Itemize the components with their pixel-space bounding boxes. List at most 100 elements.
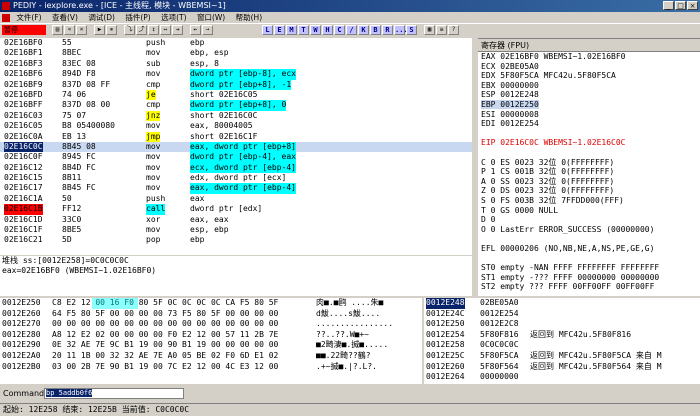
- minimize-button[interactable]: _: [663, 1, 674, 10]
- handles-button[interactable]: H: [322, 25, 333, 35]
- register-ebp[interactable]: EBP 0012E250: [478, 99, 700, 110]
- disasm-row[interactable]: 02E16C1D 33C0 xor eax, eax: [0, 215, 472, 225]
- back-icon[interactable]: ⇤: [190, 25, 201, 35]
- register-ecx[interactable]: ECX 02BE05A0: [478, 62, 700, 72]
- stack-row[interactable]: 0012E250 0012E2C8: [424, 319, 700, 330]
- stack-row-current[interactable]: 0012E248 02BE05A0: [424, 298, 700, 309]
- dump-row[interactable]: 0012E2A0 20 11 1B 00 32 32 AE 7E A0 05 BE…: [0, 351, 422, 362]
- flag-s-fs[interactable]: S 0 FS 003B 32位 7FFDD000(FFF): [478, 196, 700, 206]
- stack-row[interactable]: 0012E260 5F80F564 返回到 MFC42u.5F80F564 来自 M: [424, 362, 700, 373]
- menu-plugins[interactable]: 插件(P): [121, 12, 154, 23]
- dump-row[interactable]: 0012E280 A8 12 E2 02 00 00 00 00 F0 E2 12…: [0, 330, 422, 341]
- dump-row[interactable]: 0012E250 C8 E2 12 00 16 F0 80 5F 0C 0C 0C…: [0, 298, 422, 309]
- maximize-button[interactable]: □: [675, 1, 686, 10]
- disasm-row[interactable]: 02E16BF3 83EC 08 sub esp, 8: [0, 59, 472, 69]
- register-edx[interactable]: EDX 5F80F5CA MFC42u.5F80F5CA: [478, 71, 700, 81]
- disasm-row[interactable]: 02E16C0A EB 13 jmp short 02E16C1F: [0, 131, 472, 142]
- menu-options[interactable]: 选项(T): [157, 12, 190, 23]
- trace-over-icon[interactable]: ↦: [160, 25, 171, 35]
- dump-row[interactable]: 0012E2B0 03 00 2B 7E 90 B1 19 00 7C E2 12…: [0, 362, 422, 373]
- help-icon[interactable]: ?: [448, 25, 459, 35]
- list-icon[interactable]: ≡: [436, 25, 447, 35]
- disasm-row[interactable]: 02E16BFD 74 06 je short 02E16C05: [0, 89, 472, 101]
- register-edi[interactable]: EDI 0012E254: [478, 119, 700, 129]
- disasm-row[interactable]: 02E16BFF 837D 08 00 cmp dword ptr [ebp+8], …: [0, 100, 472, 111]
- execute-till-return-icon[interactable]: ⇥: [172, 25, 183, 35]
- trace-into-icon[interactable]: ↧: [148, 25, 159, 35]
- disasm-row[interactable]: 02E16C05 B8 05400080 mov eax, 80004005: [0, 121, 472, 131]
- disasm-row[interactable]: 02E16C12 8B4D FC mov ecx, dword ptr [ebp-4]: [0, 162, 472, 174]
- disasm-row-breakpoint[interactable]: 02E16C1B FF12 call dword ptr [edx]: [0, 204, 472, 215]
- fpu-st0[interactable]: ST0 empty -NAN FFFF FFFFFFFF FFFFFFFF: [478, 263, 700, 273]
- patches-button[interactable]: /: [346, 25, 357, 35]
- disasm-row[interactable]: 02E16C0F 8945 FC mov dword ptr [ebp-4], eax: [0, 152, 472, 163]
- menu-window[interactable]: 窗口(W): [193, 12, 229, 23]
- register-esi[interactable]: ESI 00000008: [478, 110, 700, 120]
- threads-button[interactable]: T: [298, 25, 309, 35]
- flag-o-lasterr[interactable]: O 0 LastErr ERROR_SUCCESS (00000000): [478, 225, 700, 235]
- disasm-row[interactable]: 02E16C1A 50 push eax: [0, 194, 472, 204]
- step-into-icon[interactable]: ⤵: [124, 25, 135, 35]
- command-input[interactable]: bp 5addb0f6: [44, 388, 184, 399]
- register-ebx[interactable]: EBX 00000000: [478, 81, 700, 91]
- stack-row[interactable]: 0012E24C 0012E254: [424, 309, 700, 320]
- cpu-button[interactable]: C: [334, 25, 345, 35]
- fpu-st2[interactable]: ST2 empty ??? FFFF 00FF00FF 00FF00FF: [478, 282, 700, 292]
- registers-pane[interactable]: 寄存器 (FPU) EAX 02E16BF0 WBEMSI~1.02E16BF0…: [478, 40, 700, 296]
- dump-row[interactable]: 0012E260 64 F5 80 5F 00 00 00 00 73 F5 80…: [0, 309, 422, 320]
- disasm-row[interactable]: 02E16BF9 837D 08 FF cmp dword ptr [ebp+8], …: [0, 79, 472, 90]
- stack-pane[interactable]: 0012E248 02BE05A0 0012E24C 0012E254 0012E2…: [424, 298, 700, 384]
- disasm-row[interactable]: 02E16C15 8B11 mov edx, dword ptr [ecx]: [0, 173, 472, 183]
- stack-row[interactable]: 0012E25C 5F80F5CA 返回到 MFC42u.5F80F5CA 来自 M: [424, 351, 700, 362]
- flag-p-cs[interactable]: P 1 CS 001B 32位 0(FFFFFFFF): [478, 167, 700, 177]
- menu-view[interactable]: 查看(V): [48, 12, 82, 23]
- dump-row[interactable]: 0012E270 00 00 00 00 00 00 00 00 00 00 00…: [0, 319, 422, 330]
- flag-d[interactable]: D 0: [478, 215, 700, 225]
- disasm-row[interactable]: 02E16C1F 8BE5 mov esp, ebp: [0, 225, 472, 235]
- disasm-row[interactable]: 02E16C21 5D pop ebp: [0, 235, 472, 245]
- disasm-row[interactable]: 02E16BF6 894D F8 mov dword ptr [ebp-8], ecx: [0, 69, 472, 80]
- stack-row[interactable]: 0012E264 00000000: [424, 372, 700, 383]
- disassembly-pane[interactable]: 02E16BF0 55 push ebp 02E16BF1 8BEC mov ebp, es…: [0, 38, 472, 255]
- menu-help[interactable]: 帮助(H): [232, 12, 267, 23]
- dump-row[interactable]: 0012E290 0E 32 AE 7E 9C B1 19 00 90 B1 19…: [0, 340, 422, 351]
- flag-c-es[interactable]: C 0 ES 0023 32位 0(FFFFFFFF): [478, 158, 700, 168]
- run-icon[interactable]: ▶: [94, 25, 105, 35]
- register-eip[interactable]: EIP 02E16C0C WBEMSI~1.02E16C0C: [478, 138, 700, 148]
- close-program-icon[interactable]: ×: [76, 25, 87, 35]
- disasm-row-current[interactable]: 02E16C0C 8B45 08 mov eax, dword ptr [ebp+8]: [0, 141, 472, 153]
- source-button[interactable]: S: [406, 25, 417, 35]
- run-trace-button[interactable]: ...: [394, 25, 408, 35]
- menu-file[interactable]: 文件(F): [12, 12, 45, 23]
- stack-row[interactable]: 0012E258 0C0C0C0C: [424, 340, 700, 351]
- goto-icon[interactable]: →: [202, 25, 213, 35]
- disasm-row[interactable]: 02E16BF0 55 push ebp: [0, 38, 472, 48]
- close-button[interactable]: ×: [687, 1, 698, 10]
- call-stack-button[interactable]: K: [358, 25, 369, 35]
- register-esp[interactable]: ESP 0012E248: [478, 90, 700, 100]
- disasm-row[interactable]: 02E16C03 75 07 jnz short 02E16C0C: [0, 110, 472, 122]
- references-button[interactable]: R: [382, 25, 393, 35]
- register-eax[interactable]: EAX 02E16BF0 WBEMSI~1.02E16BF0: [478, 52, 700, 62]
- log-window-button[interactable]: L: [262, 25, 273, 35]
- disasm-row[interactable]: 02E16C17 8B45 FC mov eax, dword ptr [ebp-4]: [0, 183, 472, 194]
- stack-row[interactable]: 0012E254 5F80F816 返回到 MFC42u.5F80F816: [424, 330, 700, 341]
- flag-a-ss[interactable]: A 0 SS 0023 32位 0(FFFFFFFF): [478, 177, 700, 187]
- restart-icon[interactable]: «: [64, 25, 75, 35]
- open-icon[interactable]: ▤: [52, 25, 63, 35]
- options-icon[interactable]: ▦: [424, 25, 435, 35]
- registers-header[interactable]: 寄存器 (FPU): [478, 40, 700, 52]
- breakpoints-button[interactable]: B: [370, 25, 381, 35]
- memory-dump-pane[interactable]: 0012E250 C8 E2 12 00 16 F0 80 5F 0C 0C 0C…: [0, 298, 422, 384]
- memory-button[interactable]: M: [286, 25, 297, 35]
- flag-z-ds[interactable]: Z 0 DS 0023 32位 0(FFFFFFFF): [478, 186, 700, 196]
- register-efl[interactable]: EFL 00000206 (NO,NB,NE,A,NS,PE,GE,G): [478, 244, 700, 254]
- flag-t-gs[interactable]: T 0 GS 0000 NULL: [478, 206, 700, 216]
- disasm-row[interactable]: 02E16BF1 8BEC mov ebp, esp: [0, 48, 472, 58]
- modules-button[interactable]: E: [274, 25, 285, 35]
- windows-button[interactable]: W: [310, 25, 321, 35]
- pause-icon[interactable]: ⏸: [106, 25, 117, 35]
- menu-debug[interactable]: 调试(D): [84, 12, 119, 23]
- fpu-st1[interactable]: ST1 empty -??? FFFF 00000000 00000000: [478, 273, 700, 283]
- step-over-icon[interactable]: ⤴: [136, 25, 147, 35]
